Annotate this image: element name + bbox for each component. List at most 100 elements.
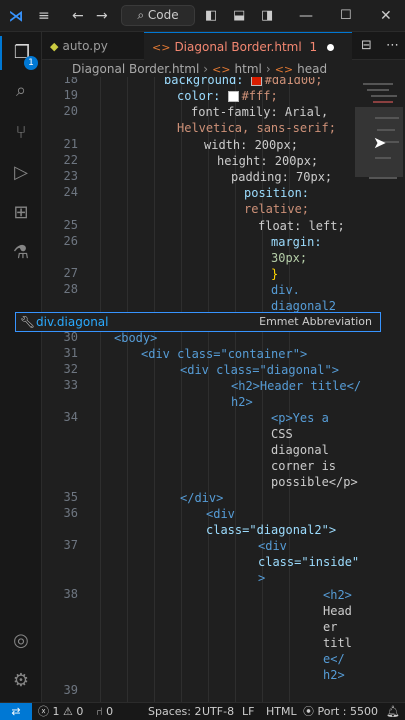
minimap-line [367,89,389,91]
code-line: color: #fff; [177,89,278,103]
code-line: div. [271,283,300,297]
source-control-icon[interactable]: ⑂ [0,116,42,150]
html-file-icon: <> [152,41,171,54]
indentation-status[interactable]: Spaces: 2 [148,703,201,720]
line-number-gutter: 18 19 20 21 22 23 24 25 26 27 28 29 30 3… [42,77,82,702]
line-number: 34 [63,410,78,424]
live-server-port[interactable]: ⦿ Port : 5500 [303,703,378,720]
line-number: 38 [63,587,78,601]
maximize-icon[interactable]: ☐ [340,0,352,32]
settings-gear-icon[interactable]: ⚙ [0,664,42,698]
code-line: <div class="diagonal"> [180,363,339,377]
forward-icon[interactable]: → [96,0,108,32]
code-line: } [271,267,279,281]
line-number: 27 [63,266,78,280]
language-mode-status[interactable]: HTML [266,703,297,720]
python-file-icon: ◆ [50,40,59,53]
code-line: font-family: Arial, [191,105,329,119]
extensions-icon[interactable]: ⊞ [0,196,42,230]
color-swatch[interactable] [250,77,262,86]
account-icon[interactable]: ◎ [0,624,42,658]
code-line: er [323,620,338,634]
chevron-right-icon: › [203,62,209,76]
layout-secondary-icon[interactable]: ◨ [261,0,273,32]
code-line: Head [323,604,352,618]
code-editor[interactable]: 18 19 20 21 22 23 24 25 26 27 28 29 30 3… [42,77,405,702]
code-line: class="diagonal2"> [206,523,337,537]
suggestion-label[interactable]: div.diagonal [36,313,109,331]
code-line: <body> [114,331,158,345]
mouse-pointer-icon: ➤ [373,133,387,152]
line-number: 22 [63,153,78,167]
line-number: 23 [63,169,78,183]
search-icon: ⌕ [137,8,145,22]
code-text[interactable]: background: #da1d00; color: #fff; font-f… [94,77,394,702]
breadcrumb-head[interactable]: head [297,62,327,76]
port-label: Port : 5500 [317,705,379,718]
notifications-bell-icon[interactable]: 🔔︎ [386,703,400,720]
line-number: 28 [63,282,78,296]
code-line: <p>Yes a [271,411,329,425]
command-center-search[interactable]: ⌕ Code [121,5,195,26]
eol-status[interactable]: LF [242,703,254,720]
run-debug-icon[interactable]: ▷ [0,156,42,190]
breadcrumb-file[interactable]: Diagonal Border.html [72,62,199,76]
suggestion-widget[interactable]: 🔧︎ div.diagonal Emmet Abbreviation [15,312,381,332]
error-icon: ⓧ [38,705,49,718]
code-line: possible</p> [271,475,358,489]
code-line: </div> [180,491,224,505]
menu-icon[interactable]: ≡ [38,0,50,32]
remote-indicator-icon[interactable]: ⇄ [0,703,32,720]
minimize-icon[interactable]: — [299,0,313,32]
layout-panel-icon[interactable]: ⬓ [233,0,245,32]
vscode-logo-icon: ⋊ [8,7,24,25]
encoding-status[interactable]: UTF-8 [202,703,234,720]
code-line: <div [206,507,235,521]
split-editor-icon[interactable]: ⊟ [361,38,372,53]
code-line: class="inside" [258,555,360,569]
tab-diagonal-border-html[interactable]: <> Diagonal Border.html 1 [144,32,352,60]
code-line: 30px; [271,251,308,265]
line-number: 35 [63,490,78,504]
code-line: position: [244,186,310,200]
unsaved-dot-icon[interactable] [327,44,335,51]
explorer-icon[interactable]: ❐ 1 [0,36,42,70]
code-line: diagonal [271,443,329,457]
line-number: 33 [63,378,78,392]
code-line: <h2> [323,588,352,602]
code-line: Helvetica, sans-serif; [177,121,336,135]
testing-icon[interactable]: ⚗ [0,236,42,270]
search-icon[interactable]: ⌕ [0,74,42,108]
code-line: relative; [244,202,310,216]
info-icon: ⑁ [96,705,103,718]
back-icon[interactable]: ← [72,0,84,32]
tab-problem-count: 1 [309,40,318,54]
line-number: 39 [63,683,78,697]
code-line: padding: 70px; [231,170,333,184]
line-number: 24 [63,185,78,199]
breadcrumb: Diagonal Border.html › <> html › <> head [42,61,405,77]
line-number: 30 [63,330,78,344]
close-icon[interactable]: ✕ [380,0,392,32]
wrench-icon: 🔧︎ [20,315,36,329]
activity-bar: ❐ 1 ⌕ ⑂ ▷ ⊞ ⚗ ◎ ⚙ [0,32,42,702]
line-number: 19 [63,88,78,102]
error-count: 1 [52,705,60,718]
code-line: h2> [231,395,253,409]
breadcrumb-html[interactable]: html [235,62,262,76]
color-swatch[interactable] [227,91,239,102]
minimap-line [363,83,393,85]
line-number: 25 [63,218,78,232]
more-actions-icon[interactable]: ⋯ [386,38,399,53]
info-indicator[interactable]: ⑁ 0 [96,703,113,720]
code-line: width: 200px; [204,138,298,152]
code-line: float: left; [258,219,345,233]
tab-label: auto.py [62,39,108,53]
element-icon: <> [274,63,294,76]
code-line: CSS [271,427,293,441]
tab-auto-py[interactable]: ◆ auto.py [42,32,144,60]
search-label: Code [147,8,179,22]
layout-sidebar-icon[interactable]: ◧ [205,0,217,32]
code-line: height: 200px; [217,154,319,168]
problems-indicator[interactable]: ⓧ 1 ⚠ 0 [38,703,83,720]
